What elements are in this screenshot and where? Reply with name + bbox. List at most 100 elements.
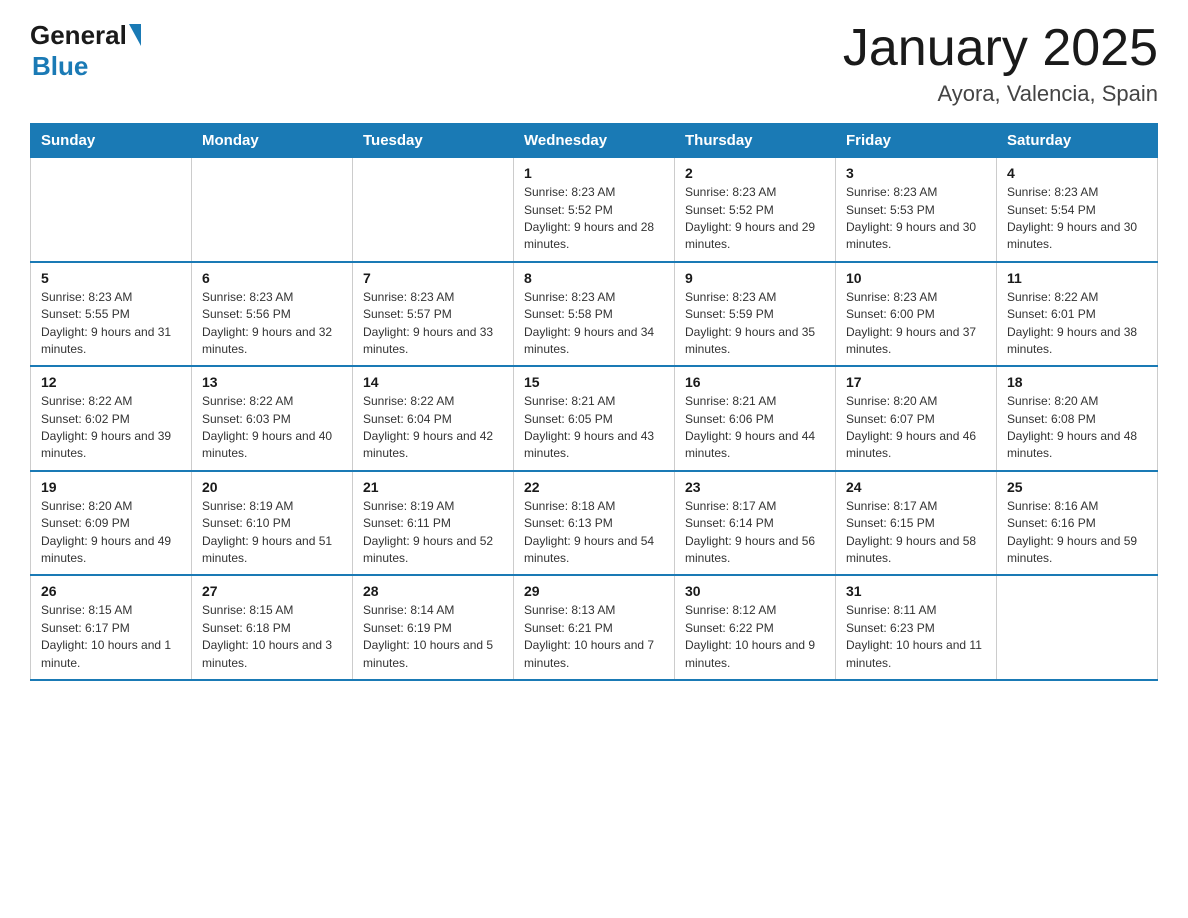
day-info: Sunrise: 8:14 AMSunset: 6:19 PMDaylight:… xyxy=(363,602,503,672)
day-info: Sunrise: 8:23 AMSunset: 5:56 PMDaylight:… xyxy=(202,289,342,359)
calendar-week-row: 5 Sunrise: 8:23 AMSunset: 5:55 PMDaylight… xyxy=(31,262,1158,367)
calendar-cell: 20Sunrise: 8:19 AMSunset: 6:10 PMDayligh… xyxy=(192,471,353,576)
day-info: Sunrise: 8:15 AMSunset: 6:18 PMDaylight:… xyxy=(202,602,342,672)
day-info: Sunrise: 8:11 AMSunset: 6:23 PMDaylight:… xyxy=(846,602,986,672)
day-number: 20 xyxy=(202,479,342,495)
calendar-cell: 19 Sunrise: 8:20 AMSunset: 6:09 PMDayligh… xyxy=(31,471,192,576)
day-info: Sunrise: 8:20 AMSunset: 6:07 PMDaylight:… xyxy=(846,393,986,463)
day-number: 7 xyxy=(363,270,503,286)
calendar-cell: 22Sunrise: 8:18 AMSunset: 6:13 PMDayligh… xyxy=(514,471,675,576)
calendar-table: SundayMondayTuesdayWednesdayThursdayFrid… xyxy=(30,123,1158,681)
logo: General Blue xyxy=(30,20,141,82)
day-info: Sunrise: 8:21 AMSunset: 6:05 PMDaylight:… xyxy=(524,393,664,463)
day-info: Sunrise: 8:17 AMSunset: 6:15 PMDaylight:… xyxy=(846,498,986,568)
column-header-sunday: Sunday xyxy=(31,124,192,158)
calendar-cell: 16 Sunrise: 8:21 AMSunset: 6:06 PMDayligh… xyxy=(675,366,836,471)
day-number: 21 xyxy=(363,479,503,495)
calendar-cell xyxy=(192,158,353,262)
calendar-week-row: 12 Sunrise: 8:22 AMSunset: 6:02 PMDayligh… xyxy=(31,366,1158,471)
day-info: Sunrise: 8:12 AMSunset: 6:22 PMDaylight:… xyxy=(685,602,825,672)
day-info: Sunrise: 8:23 AMSunset: 5:58 PMDaylight:… xyxy=(524,289,664,359)
day-number: 16 xyxy=(685,374,825,390)
calendar-cell: 24Sunrise: 8:17 AMSunset: 6:15 PMDayligh… xyxy=(836,471,997,576)
day-info: Sunrise: 8:23 AMSunset: 5:52 PMDaylight:… xyxy=(524,184,664,254)
calendar-cell: 9Sunrise: 8:23 AMSunset: 5:59 PMDaylight… xyxy=(675,262,836,367)
day-info: Sunrise: 8:16 AMSunset: 6:16 PMDaylight:… xyxy=(1007,498,1147,568)
column-header-tuesday: Tuesday xyxy=(353,124,514,158)
day-number: 29 xyxy=(524,583,664,599)
day-number: 1 xyxy=(524,165,664,181)
calendar-cell: 15 Sunrise: 8:21 AMSunset: 6:05 PMDayligh… xyxy=(514,366,675,471)
calendar-cell: 18Sunrise: 8:20 AMSunset: 6:08 PMDayligh… xyxy=(997,366,1158,471)
calendar-cell xyxy=(353,158,514,262)
day-number: 19 xyxy=(41,479,181,495)
column-header-wednesday: Wednesday xyxy=(514,124,675,158)
day-number: 5 xyxy=(41,270,181,286)
day-number: 6 xyxy=(202,270,342,286)
calendar-header-row: SundayMondayTuesdayWednesdayThursdayFrid… xyxy=(31,124,1158,158)
day-info: Sunrise: 8:23 AMSunset: 6:00 PMDaylight:… xyxy=(846,289,986,359)
calendar-cell: 27 Sunrise: 8:15 AMSunset: 6:18 PMDayligh… xyxy=(192,575,353,680)
calendar-cell: 10 Sunrise: 8:23 AMSunset: 6:00 PMDayligh… xyxy=(836,262,997,367)
day-info: Sunrise: 8:22 AMSunset: 6:04 PMDaylight:… xyxy=(363,393,503,463)
calendar-cell: 29 Sunrise: 8:13 AMSunset: 6:21 PMDayligh… xyxy=(514,575,675,680)
calendar-cell: 14 Sunrise: 8:22 AMSunset: 6:04 PMDayligh… xyxy=(353,366,514,471)
calendar-cell: 5 Sunrise: 8:23 AMSunset: 5:55 PMDaylight… xyxy=(31,262,192,367)
day-number: 12 xyxy=(41,374,181,390)
calendar-cell: 13 Sunrise: 8:22 AMSunset: 6:03 PMDayligh… xyxy=(192,366,353,471)
day-info: Sunrise: 8:23 AMSunset: 5:55 PMDaylight:… xyxy=(41,289,181,359)
calendar-cell: 28 Sunrise: 8:14 AMSunset: 6:19 PMDayligh… xyxy=(353,575,514,680)
day-info: Sunrise: 8:13 AMSunset: 6:21 PMDaylight:… xyxy=(524,602,664,672)
day-info: Sunrise: 8:20 AMSunset: 6:08 PMDaylight:… xyxy=(1007,393,1147,463)
column-header-friday: Friday xyxy=(836,124,997,158)
logo-triangle-icon xyxy=(129,24,141,46)
column-header-saturday: Saturday xyxy=(997,124,1158,158)
day-info: Sunrise: 8:23 AMSunset: 5:54 PMDaylight:… xyxy=(1007,184,1147,254)
day-number: 11 xyxy=(1007,270,1147,286)
calendar-cell: 1 Sunrise: 8:23 AMSunset: 5:52 PMDaylight… xyxy=(514,158,675,262)
day-number: 30 xyxy=(685,583,825,599)
day-info: Sunrise: 8:17 AMSunset: 6:14 PMDaylight:… xyxy=(685,498,825,568)
calendar-cell: 23 Sunrise: 8:17 AMSunset: 6:14 PMDayligh… xyxy=(675,471,836,576)
day-number: 25 xyxy=(1007,479,1147,495)
calendar-week-row: 1 Sunrise: 8:23 AMSunset: 5:52 PMDaylight… xyxy=(31,158,1158,262)
day-number: 8 xyxy=(524,270,664,286)
day-number: 13 xyxy=(202,374,342,390)
calendar-cell: 25 Sunrise: 8:16 AMSunset: 6:16 PMDayligh… xyxy=(997,471,1158,576)
day-number: 14 xyxy=(363,374,503,390)
calendar-cell: 8 Sunrise: 8:23 AMSunset: 5:58 PMDaylight… xyxy=(514,262,675,367)
day-number: 10 xyxy=(846,270,986,286)
day-info: Sunrise: 8:23 AMSunset: 5:57 PMDaylight:… xyxy=(363,289,503,359)
calendar-cell: 6 Sunrise: 8:23 AMSunset: 5:56 PMDaylight… xyxy=(192,262,353,367)
column-header-thursday: Thursday xyxy=(675,124,836,158)
calendar-cell: 26 Sunrise: 8:15 AMSunset: 6:17 PMDayligh… xyxy=(31,575,192,680)
logo-blue-text: Blue xyxy=(32,51,88,82)
calendar-cell: 17Sunrise: 8:20 AMSunset: 6:07 PMDayligh… xyxy=(836,366,997,471)
day-info: Sunrise: 8:20 AMSunset: 6:09 PMDaylight:… xyxy=(41,498,181,568)
day-info: Sunrise: 8:22 AMSunset: 6:02 PMDaylight:… xyxy=(41,393,181,463)
day-info: Sunrise: 8:22 AMSunset: 6:03 PMDaylight:… xyxy=(202,393,342,463)
day-info: Sunrise: 8:21 AMSunset: 6:06 PMDaylight:… xyxy=(685,393,825,463)
calendar-cell: 11 Sunrise: 8:22 AMSunset: 6:01 PMDayligh… xyxy=(997,262,1158,367)
day-number: 26 xyxy=(41,583,181,599)
day-number: 15 xyxy=(524,374,664,390)
column-header-monday: Monday xyxy=(192,124,353,158)
title-block: January 2025 Ayora, Valencia, Spain xyxy=(843,20,1158,107)
page-header: General Blue January 2025 Ayora, Valenci… xyxy=(30,20,1158,107)
day-info: Sunrise: 8:22 AMSunset: 6:01 PMDaylight:… xyxy=(1007,289,1147,359)
calendar-cell: 3 Sunrise: 8:23 AMSunset: 5:53 PMDaylight… xyxy=(836,158,997,262)
day-info: Sunrise: 8:23 AMSunset: 5:53 PMDaylight:… xyxy=(846,184,986,254)
day-info: Sunrise: 8:18 AMSunset: 6:13 PMDaylight:… xyxy=(524,498,664,568)
day-number: 28 xyxy=(363,583,503,599)
day-number: 27 xyxy=(202,583,342,599)
day-number: 2 xyxy=(685,165,825,181)
page-title: January 2025 xyxy=(843,20,1158,77)
calendar-cell: 21 Sunrise: 8:19 AMSunset: 6:11 PMDayligh… xyxy=(353,471,514,576)
day-number: 23 xyxy=(685,479,825,495)
day-info: Sunrise: 8:19 AMSunset: 6:11 PMDaylight:… xyxy=(363,498,503,568)
calendar-cell: 31 Sunrise: 8:11 AMSunset: 6:23 PMDayligh… xyxy=(836,575,997,680)
day-number: 31 xyxy=(846,583,986,599)
day-number: 3 xyxy=(846,165,986,181)
day-info: Sunrise: 8:15 AMSunset: 6:17 PMDaylight:… xyxy=(41,602,181,672)
calendar-week-row: 26 Sunrise: 8:15 AMSunset: 6:17 PMDayligh… xyxy=(31,575,1158,680)
